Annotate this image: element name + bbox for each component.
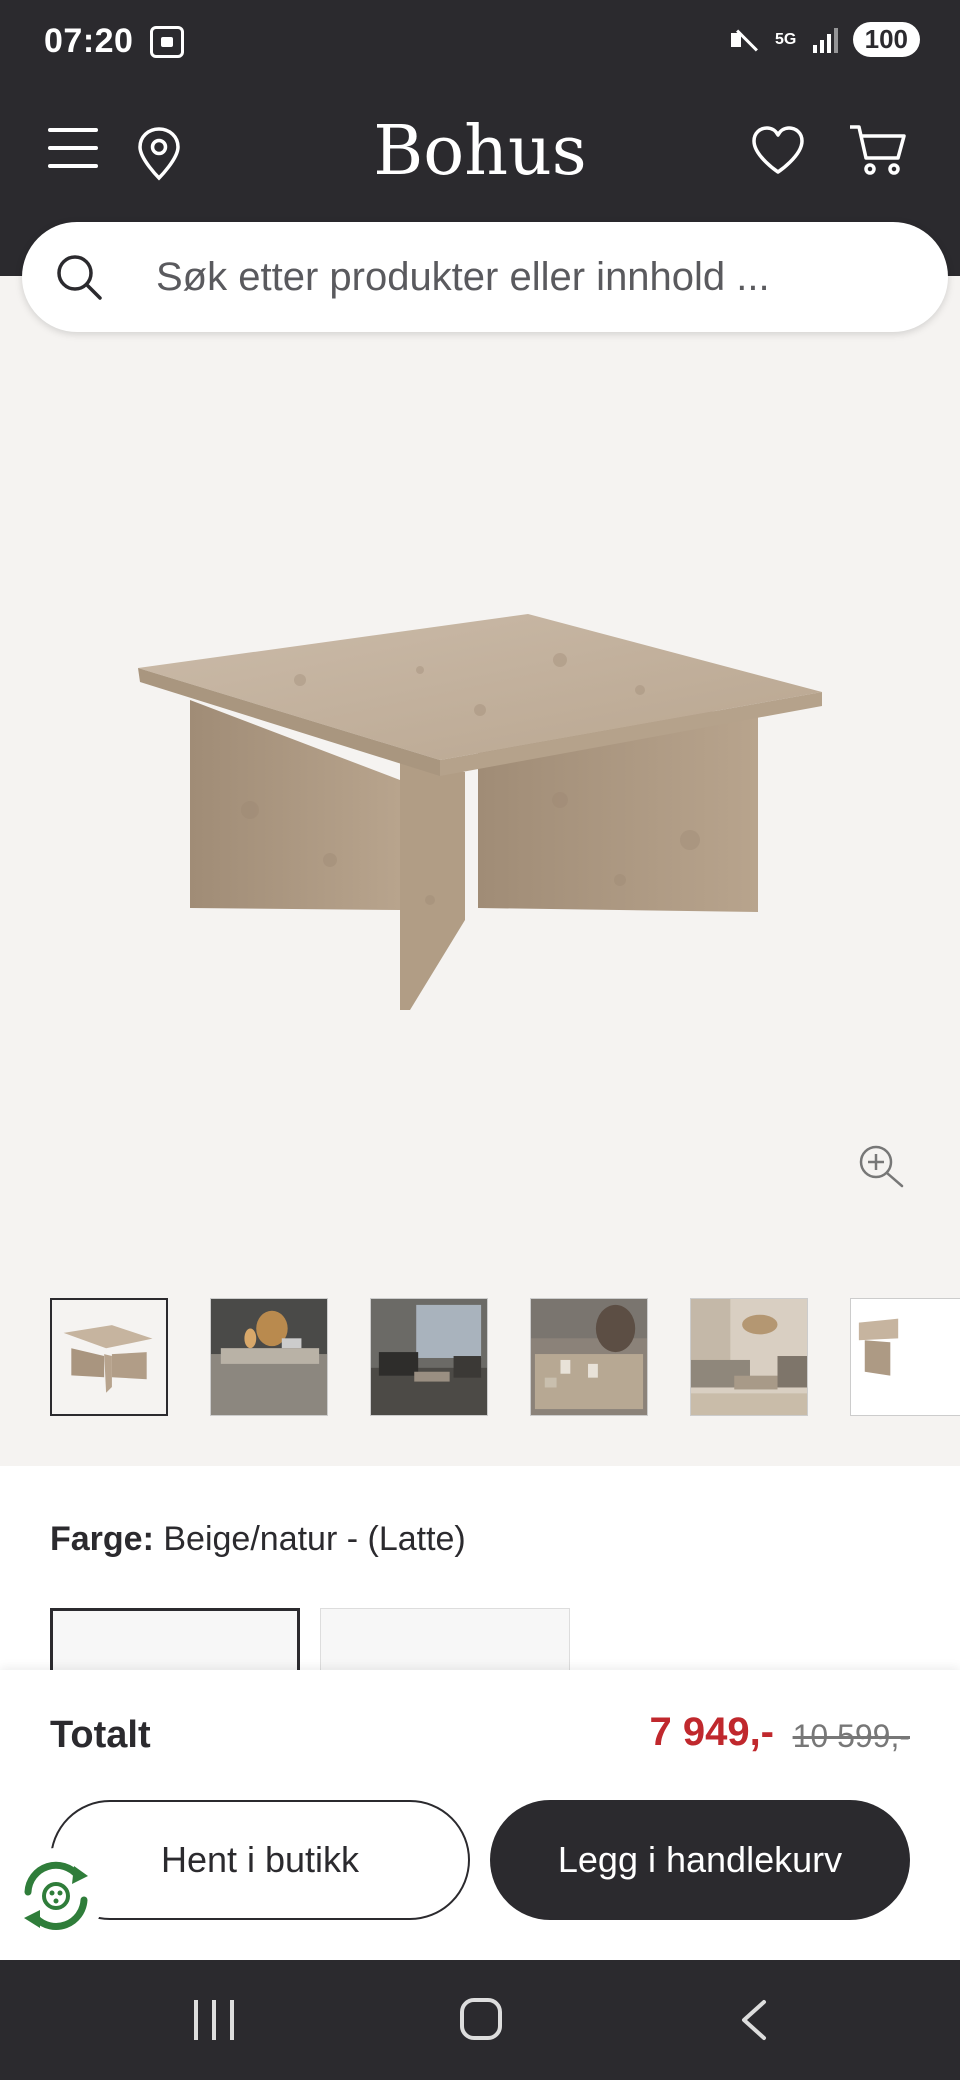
shopping-cart-icon[interactable] [848,122,908,178]
search-bar[interactable] [22,222,948,332]
thumbnail-image [691,1299,807,1415]
thumbnail-strip[interactable] [50,1298,960,1418]
color-label: Farge: [50,1520,154,1558]
thumbnail-image [371,1299,487,1415]
zoom-in-icon[interactable] [856,1142,906,1192]
network-type: 5G [774,30,797,48]
search-input[interactable] [156,242,896,312]
thumbnail-image [211,1299,327,1415]
thumbnail-image [531,1299,647,1415]
back-button-icon[interactable] [734,1998,774,2042]
thumbnail-6[interactable] [850,1298,960,1416]
sale-price: 7 949,- [649,1710,774,1754]
product-gallery[interactable] [0,340,960,1300]
search-icon[interactable] [54,252,104,302]
color-selection-label: Farge: Beige/natur - (Latte) [50,1520,466,1559]
thumbnail-image [52,1300,166,1414]
signal-icon [812,27,841,53]
thumbnail-5[interactable] [690,1298,808,1416]
thumbnail-2[interactable] [210,1298,328,1416]
purchase-bar: Totalt 7 949,- 10 599,- Hent i butikk Le… [0,1670,960,1960]
home-button[interactable] [460,1998,502,2040]
pickup-in-store-button[interactable]: Hent i butikk [50,1800,470,1920]
wishlist-heart-icon[interactable] [750,124,806,176]
product-image[interactable] [0,340,960,1300]
mute-icon [729,25,759,55]
original-price: 10 599,- [792,1718,910,1754]
battery-level: 100 [852,22,920,57]
recent-apps-button[interactable] [194,2000,234,2040]
color-value: Beige/natur - (Latte) [163,1520,466,1558]
thumbnail-3[interactable] [370,1298,488,1416]
add-to-cart-button[interactable]: Legg i handlekurv [490,1800,910,1920]
total-label: Totalt [50,1714,151,1756]
thumbnail-image [851,1299,960,1415]
status-icons: 5G 100 [729,22,920,57]
screenshot-icon [150,26,184,58]
recycle-icon[interactable] [8,1848,104,1944]
thumbnail-1[interactable] [50,1298,168,1416]
status-bar: 07:20 5G 100 [0,0,960,76]
brand-logo[interactable]: Bohus [0,112,960,191]
status-time: 07:20 [44,22,134,60]
system-navigation-bar [0,1960,960,2080]
thumbnail-4[interactable] [530,1298,648,1416]
